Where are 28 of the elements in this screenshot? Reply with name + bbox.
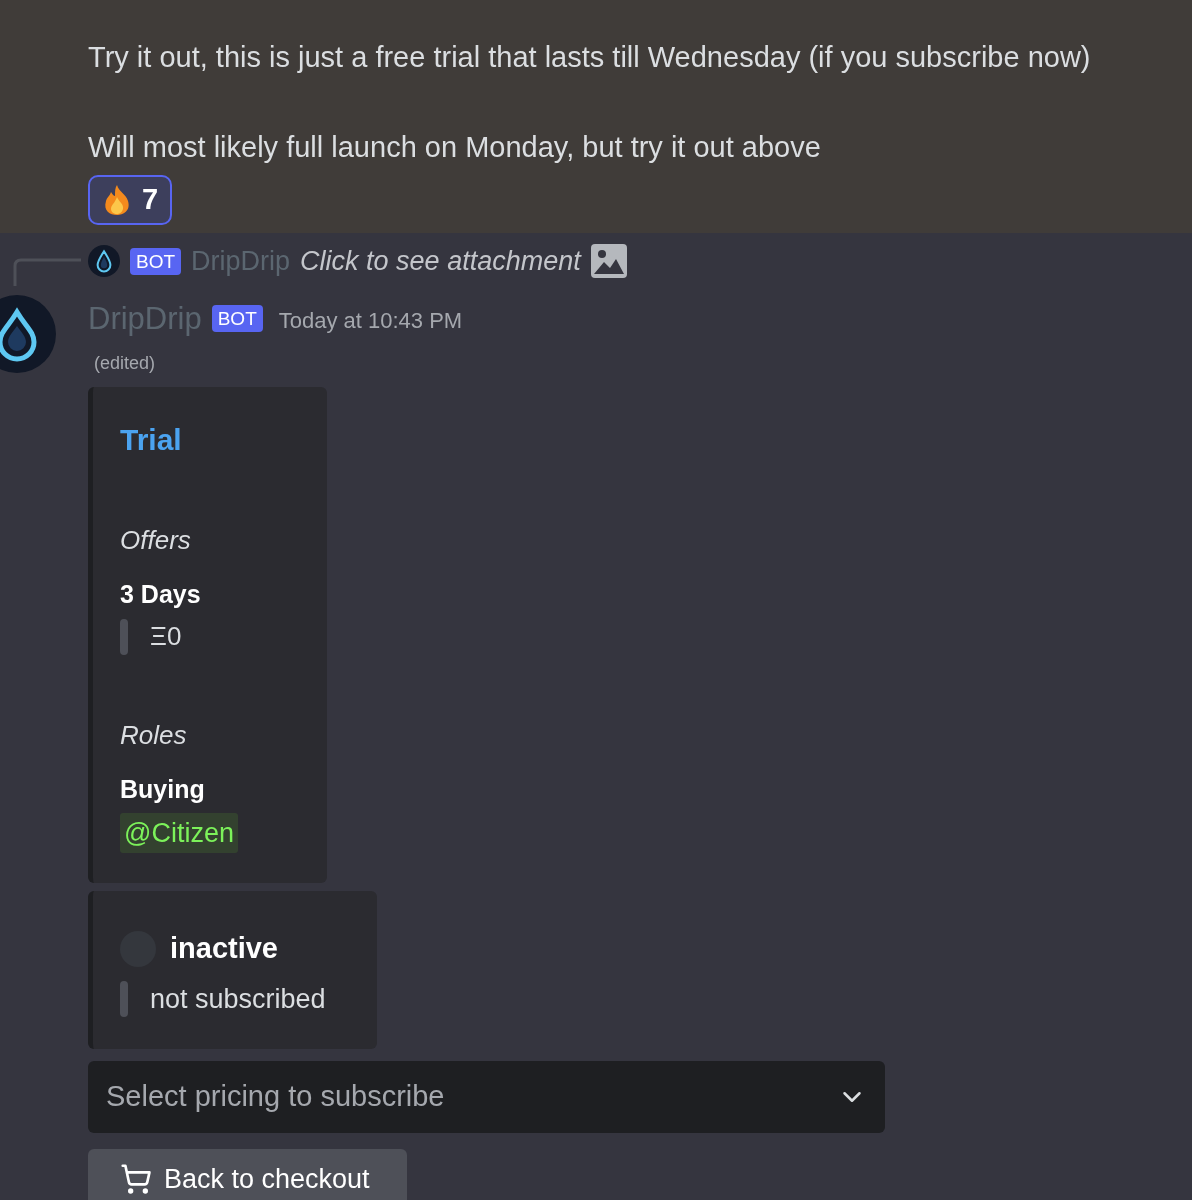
- fire-icon: [102, 184, 132, 216]
- field-heading: Roles: [120, 719, 188, 752]
- bot-badge: BOT: [130, 247, 182, 275]
- embed-title: Trial: [120, 422, 183, 458]
- message-text: Will most likely full launch on Monday, but try it out above: [88, 129, 822, 165]
- edited-label: (edited): [94, 352, 157, 375]
- avatar-icon: [0, 293, 56, 374]
- status-title: inactive: [170, 931, 278, 966]
- reply-connector: [13, 258, 81, 286]
- cart-icon: [120, 1163, 152, 1195]
- timestamp: Today at 10:43 PM: [278, 307, 463, 336]
- field-value: Ξ0: [150, 620, 182, 653]
- reply-text[interactable]: Click to see attachment: [300, 241, 581, 282]
- field-name: Buying: [120, 774, 206, 805]
- role-mention[interactable]: @Citizen: [120, 812, 238, 853]
- avatar-icon: [88, 245, 120, 278]
- quote-bar: [120, 980, 128, 1017]
- bot-badge: BOT: [211, 305, 263, 333]
- reaction-count: 7: [142, 182, 159, 218]
- pricing-select[interactable]: Select pricing to subscribe: [88, 1061, 885, 1133]
- quote-bar: [120, 618, 128, 655]
- field-name: 3 Days: [120, 578, 202, 610]
- status-value: not subscribed: [150, 982, 326, 1016]
- image-icon: [590, 244, 627, 279]
- field-heading: Offers: [120, 523, 192, 557]
- checkout-button[interactable]: Back to checkout: [88, 1149, 407, 1200]
- message-text: Try it out, this is just a free trial that lasts till Wednesday (if you subscribe now): [88, 40, 1092, 75]
- reaction-button[interactable]: 7: [88, 175, 173, 225]
